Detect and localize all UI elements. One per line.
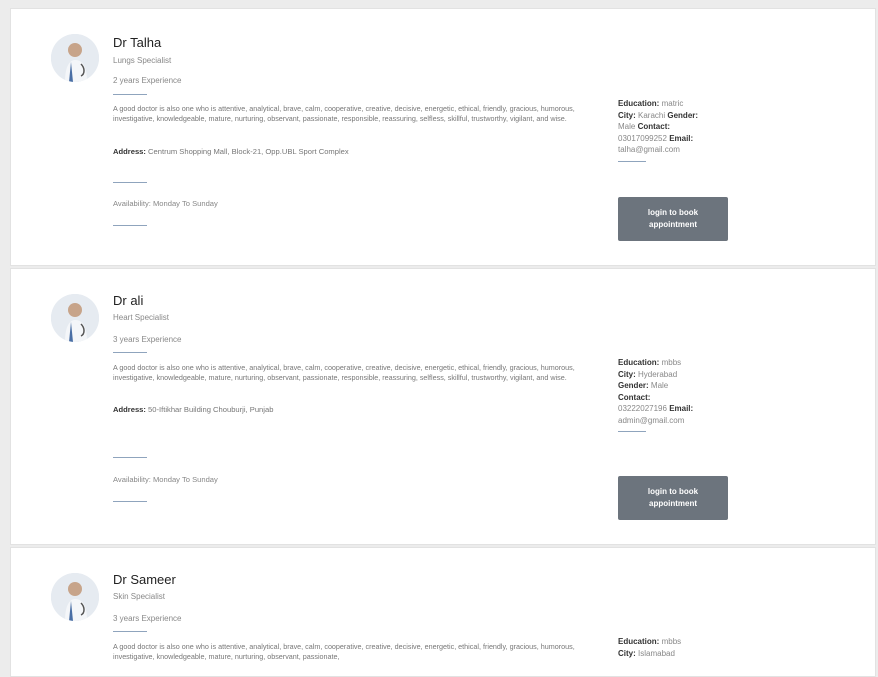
email-value[interactable]: admin@gmail.com	[618, 416, 684, 425]
divider	[113, 94, 147, 95]
doctor-experience: 3 years Experience	[113, 335, 182, 344]
doctor-experience: 3 years Experience	[113, 614, 182, 623]
city-label: City:	[618, 648, 636, 658]
doctor-avatar	[51, 573, 99, 621]
email-label: Email:	[669, 133, 694, 143]
doctor-info: Education: mbbs City: Hyderabad Gender: …	[618, 357, 740, 432]
divider	[113, 501, 147, 502]
address-label: Address:	[113, 147, 146, 156]
doctor-address: Address: 50-Iftikhar Building Chouburji,…	[113, 405, 593, 414]
divider	[113, 225, 147, 226]
contact-value: 03017099252	[618, 133, 667, 143]
book-appointment-button[interactable]: login to book appointment	[618, 476, 728, 520]
gender-label: Gender:	[618, 381, 649, 390]
doctor-experience: 2 years Experience	[113, 76, 182, 85]
doctor-description: A good doctor is also one who is attenti…	[113, 363, 575, 382]
doctor-info: Education: matric City: Karachi Gender: …	[618, 98, 740, 162]
doctor-address: Address: Centrum Shopping Mall, Block-21…	[113, 147, 593, 156]
doctor-description: A good doctor is also one who is attenti…	[113, 642, 575, 661]
divider	[113, 352, 147, 353]
divider	[113, 631, 147, 632]
doctor-availability: Availability: Monday To Sunday	[113, 199, 218, 208]
doctor-avatar	[51, 34, 99, 82]
doctor-availability: Availability: Monday To Sunday	[113, 475, 218, 484]
contact-label: Contact:	[637, 122, 671, 131]
gender-value: Male	[618, 122, 636, 131]
divider	[113, 182, 147, 183]
doctor-specialty: Heart Specialist	[113, 313, 170, 322]
doctor-specialty: Lungs Specialist	[113, 56, 172, 65]
doctor-description: A good doctor is also one who is attenti…	[113, 104, 575, 123]
gender-value: Male	[650, 381, 669, 390]
education-label: Education:	[618, 358, 660, 367]
education-value: matric	[661, 99, 684, 108]
doctor-card: Dr Sameer Skin Specialist 3 years Experi…	[10, 547, 876, 677]
doctor-avatar	[51, 294, 99, 342]
divider	[618, 160, 646, 162]
education-label: Education:	[618, 99, 660, 108]
contact-value: 03222027196	[618, 404, 667, 413]
city-value: Karachi	[638, 110, 666, 120]
address-value: Centrum Shopping Mall, Block-21, Opp.UBL…	[148, 147, 349, 156]
doctor-card: Dr Talha Lungs Specialist 2 years Experi…	[10, 8, 876, 266]
address-label: Address:	[113, 405, 146, 414]
education-value: mbbs	[661, 637, 682, 646]
book-appointment-button[interactable]: login to book appointment	[618, 197, 728, 241]
education-value: mbbs	[661, 358, 682, 367]
city-value: Islamabad	[638, 648, 675, 658]
doctor-card: Dr ali Heart Specialist 3 years Experien…	[10, 268, 876, 545]
contact-label: Contact:	[618, 392, 651, 402]
doctor-info: Education: mbbs City: Islamabad	[618, 636, 740, 659]
email-label: Email:	[669, 404, 694, 413]
doctor-name[interactable]: Dr Talha	[113, 35, 161, 50]
city-label: City:	[618, 110, 636, 120]
divider	[113, 457, 147, 458]
address-value: 50-Iftikhar Building Chouburji, Punjab	[148, 405, 274, 414]
divider	[618, 431, 646, 432]
gender-label: Gender:	[667, 110, 699, 120]
city-value: Hyderabad	[638, 369, 678, 379]
education-label: Education:	[618, 637, 660, 646]
doctor-list: Dr Talha Lungs Specialist 2 years Experi…	[0, 0, 878, 677]
doctor-specialty: Skin Specialist	[113, 592, 166, 601]
doctor-name[interactable]: Dr Sameer	[113, 572, 176, 587]
email-value[interactable]: talha@gmail.com	[618, 145, 680, 154]
doctor-name[interactable]: Dr ali	[113, 293, 143, 308]
city-label: City:	[618, 369, 636, 379]
